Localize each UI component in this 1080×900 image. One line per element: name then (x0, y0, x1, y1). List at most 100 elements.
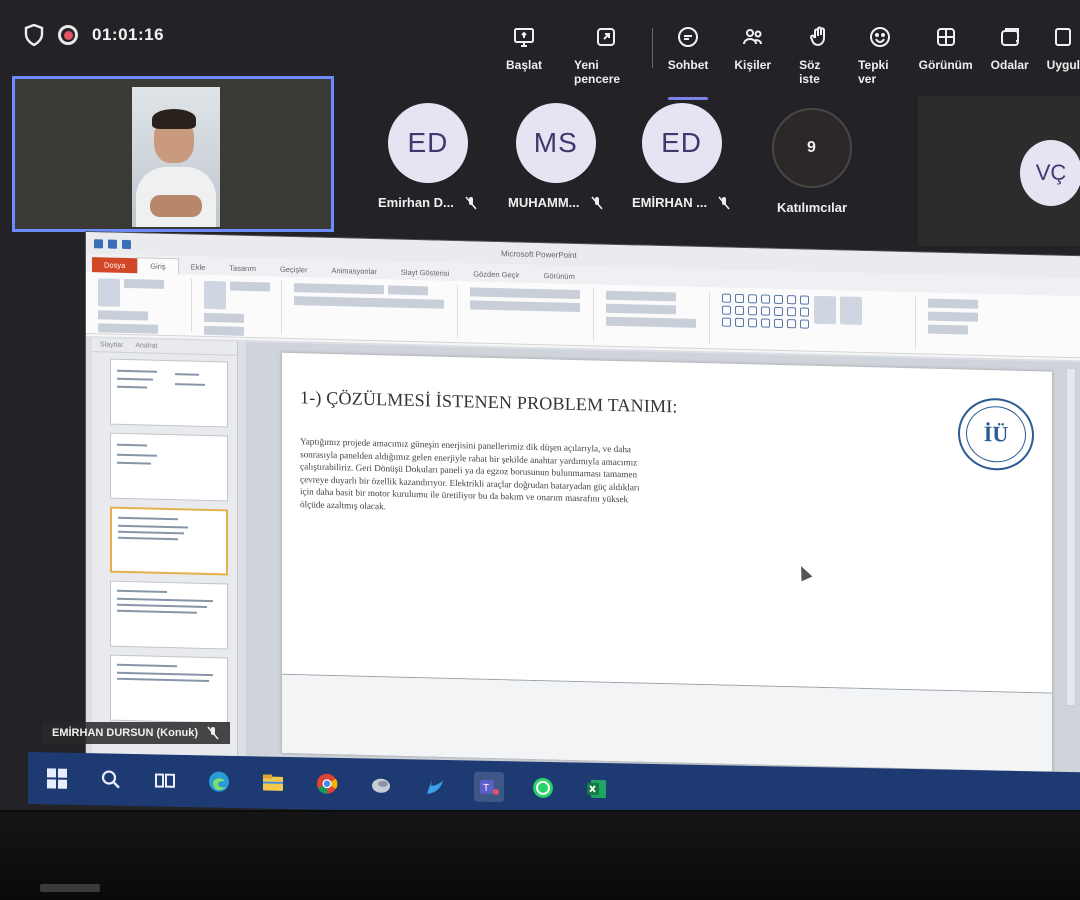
tab-insert[interactable]: Ekle (179, 259, 218, 275)
shapes-gallery[interactable] (722, 293, 810, 329)
search-icon[interactable] (96, 764, 126, 795)
slide-body-text[interactable]: Yaptığımız projede amacımız güneşin ener… (300, 435, 650, 519)
tab-home[interactable]: Giriş (137, 257, 179, 275)
tab-view[interactable]: Görünüm (532, 268, 587, 284)
people-icon (740, 24, 766, 50)
meeting-status: 01:01:16 (24, 24, 164, 46)
teams-icon[interactable]: T (474, 771, 504, 803)
reaction-icon (867, 24, 893, 50)
tab-file[interactable]: Dosya (92, 257, 138, 274)
slide-thumbnail[interactable] (110, 432, 228, 502)
chrome-icon[interactable] (312, 768, 342, 799)
avatar: ED (641, 103, 722, 183)
mic-off-icon (718, 195, 730, 210)
slide-editor: 1-) ÇÖZÜLMESİ İSTENEN PROBLEM TANIMI: Ya… (246, 341, 1080, 797)
excel-icon[interactable] (582, 774, 612, 805)
shared-screen-powerpoint[interactable]: Microsoft PowerPoint Dosya Giriş Ekle Ta… (86, 232, 1080, 797)
participant-tile[interactable]: ED EMİRHAN ... (632, 103, 731, 210)
slide-title[interactable]: 1-) ÇÖZÜLMESİ İSTENEN PROBLEM TANIMI: (300, 387, 678, 417)
align-buttons[interactable] (470, 300, 580, 313)
vertical-scrollbar[interactable] (1066, 367, 1076, 707)
tab-slides[interactable]: Slaytlar (100, 341, 123, 349)
call-timer: 01:01:16 (92, 25, 165, 44)
list-buttons[interactable] (470, 287, 580, 300)
monitor-bottom-bezel (0, 812, 1080, 900)
apps-button[interactable]: Uygul (1047, 24, 1080, 86)
participants-label: Katılımcılar (776, 200, 848, 215)
participant-name-row: EMİRHAN ... (632, 195, 731, 210)
shield-icon (24, 24, 44, 46)
tab-transitions[interactable]: Geçişler (268, 261, 320, 277)
section-button[interactable] (204, 325, 244, 336)
view-button[interactable]: Görünüm (919, 24, 973, 86)
new-window-button[interactable]: Yeni pencere (574, 24, 638, 86)
slide-thumbnails-pane: Slaytlar Anahat (92, 338, 238, 774)
svg-text:T: T (483, 783, 489, 794)
ribbon-group-clipboard (92, 276, 192, 334)
people-label: Kişiler (734, 58, 772, 72)
file-explorer-icon[interactable] (258, 767, 288, 798)
ribbon-group-text (600, 288, 710, 345)
slide-thumbnail[interactable] (110, 358, 228, 428)
thumbnail-tabs: Slaytlar Anahat (92, 338, 237, 356)
task-view-icon[interactable] (150, 765, 180, 796)
font-format-buttons[interactable] (294, 296, 444, 309)
font-size-select[interactable] (388, 285, 428, 296)
reset-button[interactable] (204, 312, 244, 323)
screen: 01:01:16 Başlat Yeni pencere Sohbet Kişi… (0, 0, 1080, 810)
cut-button[interactable] (124, 278, 164, 289)
paste-icon[interactable] (98, 278, 120, 307)
windows-start-icon[interactable] (42, 763, 72, 794)
participants-count-tile[interactable]: 9 Katılımcılar (772, 108, 852, 215)
people-button[interactable]: Kişiler (734, 24, 771, 86)
select-button[interactable] (928, 324, 968, 335)
tab-design[interactable]: Tasarım (217, 260, 268, 276)
arrange-icon[interactable] (814, 295, 836, 325)
chat-label: Sohbet (667, 58, 709, 72)
avatar: ED (387, 103, 468, 183)
view-icon (933, 24, 959, 50)
copy-button[interactable] (98, 310, 148, 321)
participant-tile[interactable]: MS MUHAMM... (508, 103, 604, 210)
store-icon[interactable] (420, 771, 450, 802)
replace-button[interactable] (928, 311, 978, 322)
tab-animations[interactable]: Animasyonlar (319, 263, 388, 280)
ribbon-group-slides (198, 278, 282, 336)
tab-outline[interactable]: Anahat (135, 342, 157, 350)
whatsapp-icon[interactable] (528, 773, 558, 804)
share-button[interactable]: Başlat (506, 24, 542, 86)
chat-button[interactable]: Sohbet (667, 24, 709, 100)
current-slide[interactable]: 1-) ÇÖZÜLMESİ İSTENEN PROBLEM TANIMI: Ya… (282, 352, 1052, 772)
quick-access-toolbar[interactable] (94, 238, 131, 249)
chat-icon (675, 24, 701, 50)
find-button[interactable] (928, 298, 978, 309)
edge-icon[interactable] (204, 766, 234, 797)
mouse-cursor-icon (795, 563, 813, 582)
slide-thumbnail[interactable] (110, 580, 228, 650)
quick-styles-icon[interactable] (840, 296, 862, 325)
font-name-select[interactable] (294, 283, 384, 295)
raise-hand-icon (806, 24, 832, 50)
smartart-button[interactable] (606, 316, 696, 328)
mic-off-icon (207, 726, 219, 740)
app-icon[interactable] (366, 769, 396, 800)
rooms-button[interactable]: Odalar (991, 24, 1029, 86)
layout-button[interactable] (230, 281, 270, 292)
raise-hand-button[interactable]: Söz iste (799, 24, 838, 86)
tab-slideshow[interactable]: Slayt Gösterisi (389, 264, 461, 281)
reaction-button[interactable]: Tepki ver (858, 24, 903, 86)
new-window-icon (593, 24, 619, 50)
format-painter-button[interactable] (98, 323, 158, 334)
tab-review[interactable]: Gözden Geçir (461, 266, 531, 283)
self-video-tile[interactable] (12, 76, 334, 232)
slide-thumbnail-selected[interactable] (110, 506, 228, 576)
apps-label: Uygul (1046, 58, 1080, 72)
participant-name: MUHAMM... (508, 195, 580, 210)
toolbar-items: Başlat Yeni pencere Sohbet Kişiler Söz i… (500, 24, 1080, 100)
text-direction-button[interactable] (606, 290, 676, 302)
participant-name-row: MUHAMM... (508, 195, 604, 210)
slide-thumbnail[interactable] (110, 654, 228, 724)
new-slide-icon[interactable] (204, 280, 226, 310)
participant-tile[interactable]: ED Emirhan D... (378, 103, 478, 210)
align-text-button[interactable] (606, 303, 676, 315)
